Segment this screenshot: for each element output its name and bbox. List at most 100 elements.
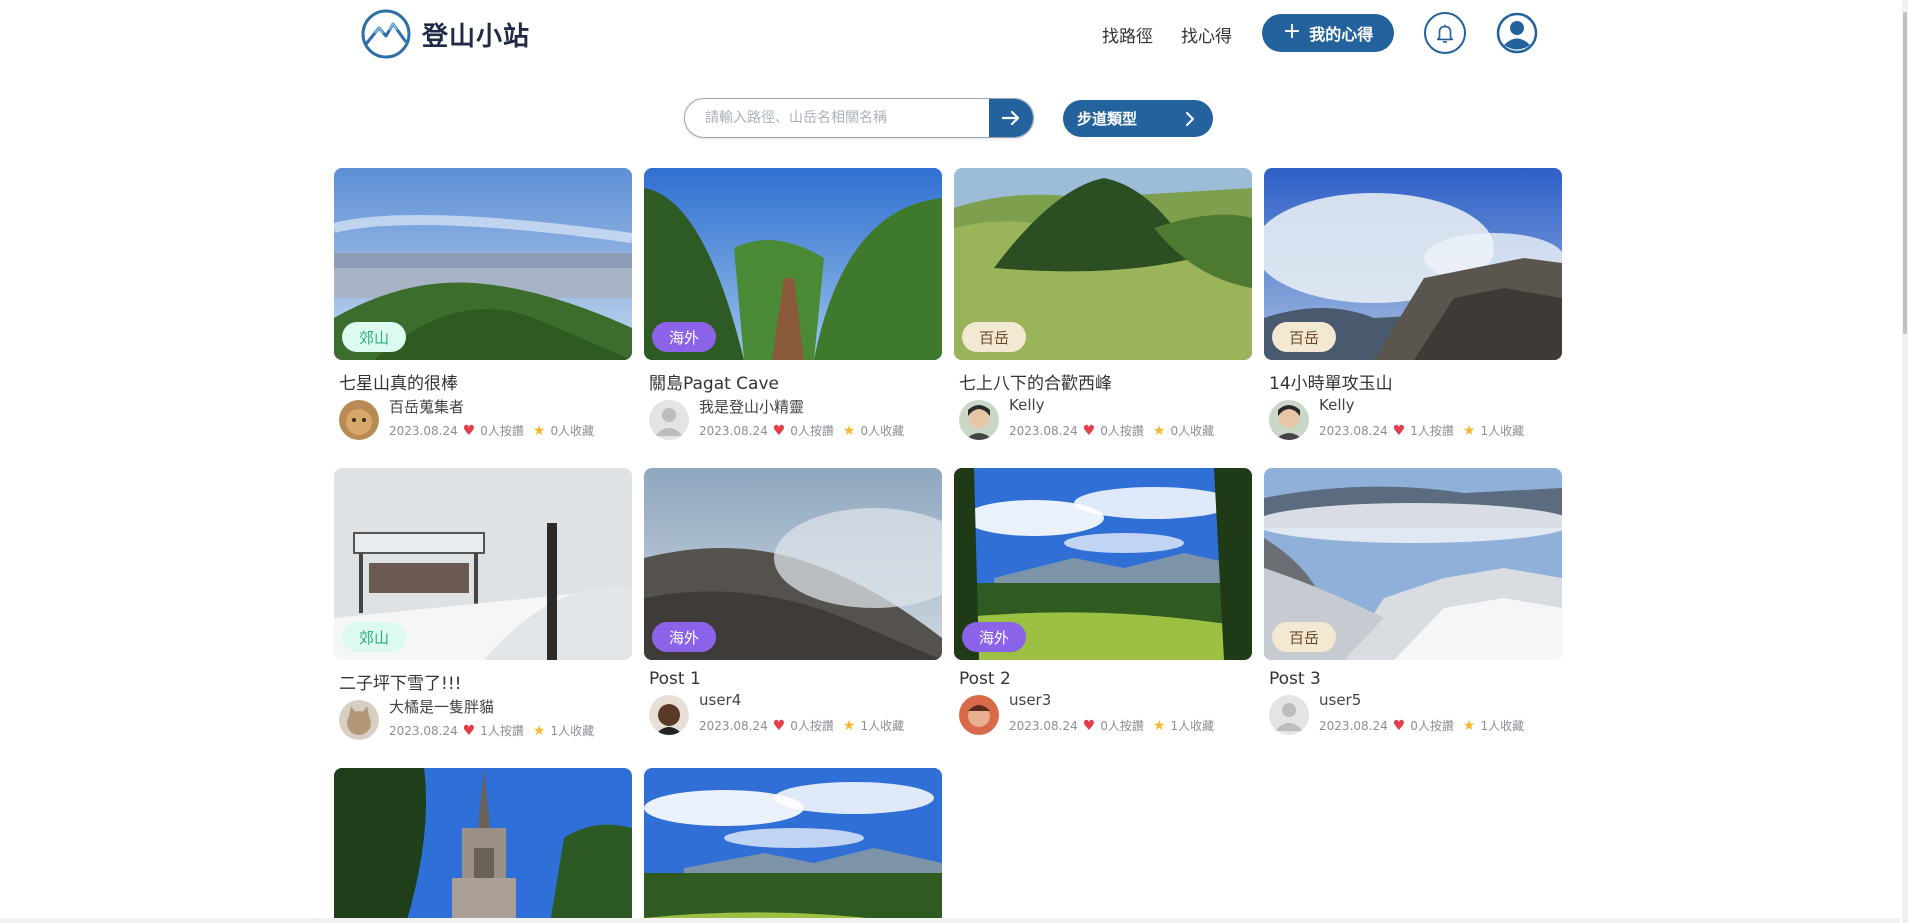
post-meta: Kelly 2023.08.24 ♥ 1人按讚 ★ 1人收藏 [1269, 396, 1562, 440]
post-title[interactable]: Post 2 [959, 669, 1252, 689]
nav-find-note[interactable]: 找心得 [1181, 22, 1232, 47]
star-icon: ★ [1462, 422, 1476, 439]
heart-icon: ♥ [1082, 422, 1096, 439]
post-card[interactable]: 海外 Post 2 user3 2023.08.24 ♥ 0人按讚 ★ 1人收藏 [954, 468, 1252, 735]
post-stats: 2023.08.24 ♥ 1人按讚 ★ 1人收藏 [1319, 422, 1524, 439]
category-tag: 百岳 [1272, 322, 1336, 352]
post-card[interactable]: 郊山 二子坪下雪了!!! 大橘是一隻胖貓 2023.08.24 ♥ 1人按讚 ★… [334, 468, 632, 740]
post-stats: 2023.08.24 ♥ 0人按讚 ★ 0人收藏 [389, 422, 594, 439]
author-name[interactable]: user3 [1009, 691, 1051, 709]
author-name[interactable]: 我是登山小精靈 [699, 396, 804, 417]
avatar [1269, 695, 1309, 735]
like-count: 0人按讚 [1410, 719, 1454, 733]
post-card[interactable] [334, 768, 632, 923]
heart-icon: ♥ [772, 422, 786, 439]
post-title[interactable]: 14小時單攻玉山 [1269, 369, 1562, 394]
post-image: 海外 [954, 468, 1252, 660]
save-count: 1人收藏 [860, 719, 905, 733]
post-card[interactable]: 百岳 Post 3 user5 2023.08.24 ♥ 0人按讚 ★ 1人收藏 [1264, 468, 1562, 735]
post-image: 海外 [644, 468, 942, 660]
author-name[interactable]: user5 [1319, 691, 1361, 709]
category-tag: 海外 [652, 322, 716, 352]
header: 登山小站 找路徑 找心得 + 我的心得 [0, 0, 1908, 70]
save-count: 1人收藏 [550, 724, 595, 738]
avatar [649, 695, 689, 735]
category-tag: 百岳 [1272, 622, 1336, 652]
post-image: 郊山 [334, 468, 632, 660]
post-date: 2023.08.24 [389, 423, 458, 438]
post-stats: 2023.08.24 ♥ 1人按讚 ★ 1人收藏 [389, 722, 594, 739]
post-image: 百岳 [954, 168, 1252, 360]
post-meta: user4 2023.08.24 ♥ 0人按讚 ★ 1人收藏 [649, 691, 942, 735]
mountain-logo-icon [361, 9, 411, 59]
my-note-button[interactable]: + 我的心得 [1262, 14, 1394, 52]
post-image: 百岳 [1264, 468, 1562, 660]
search-submit-button[interactable] [989, 99, 1033, 137]
nav-find-trail[interactable]: 找路徑 [1102, 22, 1153, 47]
post-card[interactable]: 郊山 七星山真的很棒 百岳蒐集者 2023.08.24 ♥ 0人按讚 ★ 0人收… [334, 168, 632, 440]
save-count: 0人收藏 [860, 424, 905, 438]
post-image: 百岳 [1264, 168, 1562, 360]
author-name[interactable]: Kelly [1319, 396, 1355, 414]
post-title[interactable]: 七星山真的很棒 [339, 369, 632, 394]
save-count: 0人收藏 [550, 424, 595, 438]
avatar [339, 700, 379, 740]
post-date: 2023.08.24 [389, 723, 458, 738]
post-date: 2023.08.24 [699, 423, 768, 438]
post-stats: 2023.08.24 ♥ 0人按讚 ★ 1人收藏 [699, 717, 904, 734]
like-count: 1人按讚 [480, 724, 524, 738]
save-count: 0人收藏 [1170, 424, 1215, 438]
post-stats: 2023.08.24 ♥ 0人按讚 ★ 0人收藏 [1009, 422, 1214, 439]
author-name[interactable]: user4 [699, 691, 741, 709]
search-bar [684, 98, 1034, 138]
logo[interactable]: 登山小站 [360, 8, 530, 60]
post-date: 2023.08.24 [1319, 423, 1388, 438]
post-card[interactable]: 百岳 14小時單攻玉山 Kelly 2023.08.24 ♥ 1人按讚 ★ 1人… [1264, 168, 1562, 440]
like-count: 1人按讚 [1410, 424, 1454, 438]
save-count: 1人收藏 [1480, 719, 1525, 733]
post-stats: 2023.08.24 ♥ 0人按讚 ★ 1人收藏 [1319, 717, 1524, 734]
author-name[interactable]: 百岳蒐集者 [389, 396, 464, 417]
star-icon: ★ [1152, 717, 1166, 734]
category-tag: 百岳 [962, 322, 1026, 352]
scrollbar-thumb[interactable] [1903, 12, 1907, 334]
category-tag: 郊山 [342, 622, 406, 652]
post-title[interactable]: 關島Pagat Cave [649, 369, 942, 394]
arrow-right-icon [1001, 110, 1020, 126]
avatar [1269, 400, 1309, 440]
post-meta: 百岳蒐集者 2023.08.24 ♥ 0人按讚 ★ 0人收藏 [339, 396, 632, 440]
author-name[interactable]: Kelly [1009, 396, 1045, 414]
heart-icon: ♥ [462, 722, 476, 739]
post-card[interactable]: 百岳 七上八下的合歡西峰 Kelly 2023.08.24 ♥ 0人按讚 ★ 0… [954, 168, 1252, 440]
star-icon: ★ [842, 717, 856, 734]
author-name[interactable]: 大橘是一隻胖貓 [389, 696, 494, 717]
category-tag: 郊山 [342, 322, 406, 352]
post-date: 2023.08.24 [1009, 423, 1078, 438]
post-card[interactable]: 海外 Post 1 user4 2023.08.24 ♥ 0人按讚 ★ 1人收藏 [644, 468, 942, 735]
trail-type-label: 步道類型 [1077, 110, 1138, 128]
star-icon: ★ [1462, 717, 1476, 734]
horizontal-scrollbar[interactable] [0, 918, 1900, 923]
logo-text: 登山小站 [422, 21, 531, 52]
notification-button[interactable] [1424, 12, 1466, 54]
post-image: 郊山 [334, 168, 632, 360]
search-input[interactable] [685, 99, 989, 137]
my-note-label: 我的心得 [1309, 25, 1374, 44]
user-icon[interactable] [1496, 12, 1538, 54]
post-card[interactable]: 海外 關島Pagat Cave 我是登山小精靈 2023.08.24 ♥ 0人按… [644, 168, 942, 440]
post-card[interactable] [644, 768, 942, 923]
avatar [339, 400, 379, 440]
trail-type-dropdown[interactable]: 步道類型 [1063, 100, 1213, 137]
star-icon: ★ [532, 722, 546, 739]
post-meta: 大橘是一隻胖貓 2023.08.24 ♥ 1人按讚 ★ 1人收藏 [339, 696, 632, 740]
post-title[interactable]: Post 3 [1269, 669, 1562, 689]
category-tag: 海外 [962, 622, 1026, 652]
avatar [649, 400, 689, 440]
post-stats: 2023.08.24 ♥ 0人按讚 ★ 0人收藏 [699, 422, 904, 439]
post-stats: 2023.08.24 ♥ 0人按讚 ★ 1人收藏 [1009, 717, 1214, 734]
chevron-right-icon [1186, 111, 1194, 126]
post-meta: Kelly 2023.08.24 ♥ 0人按讚 ★ 0人收藏 [959, 396, 1252, 440]
post-title[interactable]: 七上八下的合歡西峰 [959, 369, 1252, 394]
post-title[interactable]: Post 1 [649, 669, 942, 689]
post-title[interactable]: 二子坪下雪了!!! [339, 669, 632, 694]
